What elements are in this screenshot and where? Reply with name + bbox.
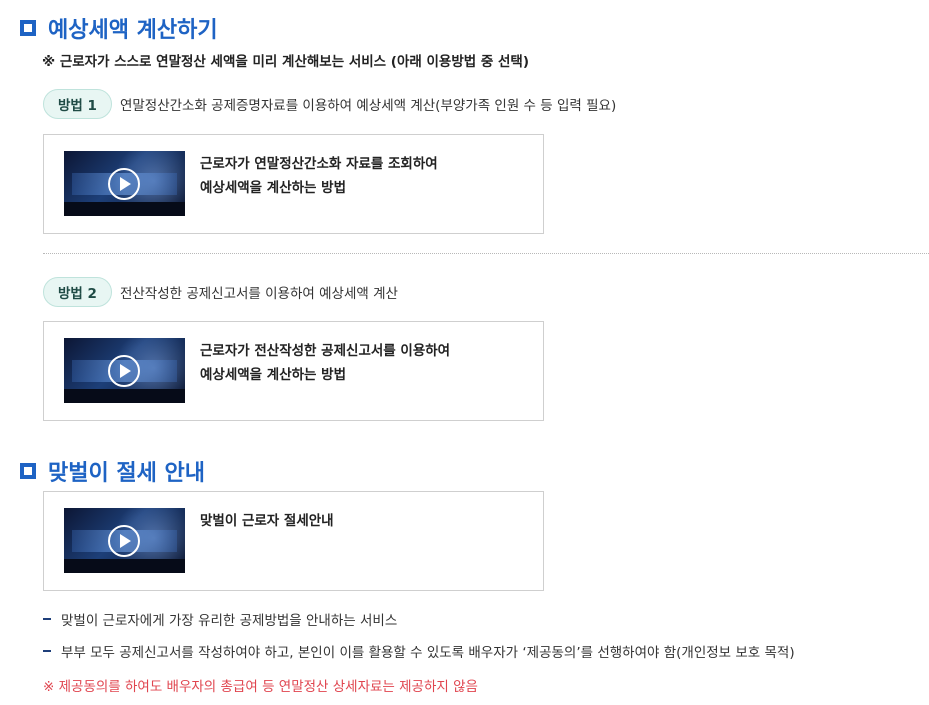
video-title-line-1: 근로자가 전산작성한 공제신고서를 이용하여 <box>200 343 451 359</box>
section-title-dual-income: 맞벌이 절세 안내 <box>20 455 205 487</box>
dash-bullet-icon <box>43 618 51 620</box>
square-bullet-icon <box>20 463 36 479</box>
video-card-method-2[interactable]: 근로자가 전산작성한 공제신고서를 이용하여 예상세액을 계산하는 방법 <box>43 321 544 421</box>
method-1-row: 방법 1 연말정산간소화 공제증명자료를 이용하여 예상세액 계산(부양가족 인… <box>43 89 616 119</box>
bullet-item: 맞벌이 근로자에게 가장 유리한 공제방법을 안내하는 서비스 <box>43 609 397 629</box>
method-2-badge: 방법 2 <box>43 277 112 307</box>
video-title-line-1: 맞벌이 근로자 절세안내 <box>200 513 334 529</box>
section-title-estimate: 예상세액 계산하기 <box>20 12 218 44</box>
section-title-text: 예상세액 계산하기 <box>48 18 218 43</box>
bullet-text: 맞벌이 근로자에게 가장 유리한 공제방법을 안내하는 서비스 <box>61 613 398 629</box>
method-2-description: 전산작성한 공제신고서를 이용하여 예상세액 계산 <box>119 286 398 302</box>
play-icon[interactable] <box>108 168 140 200</box>
video-card-method-1[interactable]: 근로자가 연말정산간소화 자료를 조회하여 예상세액을 계산하는 방법 <box>43 134 544 234</box>
video-thumbnail[interactable] <box>64 508 185 573</box>
method-1-description: 연말정산간소화 공제증명자료를 이용하여 예상세액 계산(부양가족 인원 수 등… <box>119 98 617 114</box>
video-thumbnail[interactable] <box>64 151 185 216</box>
section-title-text: 맞벌이 절세 안내 <box>48 461 205 486</box>
video-card-dual-income[interactable]: 맞벌이 근로자 절세안내 <box>43 491 544 591</box>
video-thumbnail[interactable] <box>64 338 185 403</box>
square-bullet-icon <box>20 20 36 36</box>
video-title-line-2: 예상세액을 계산하는 방법 <box>200 180 347 196</box>
video-title-line-1: 근로자가 연말정산간소화 자료를 조회하여 <box>200 156 438 172</box>
method-1-badge: 방법 1 <box>43 89 112 119</box>
dash-bullet-icon <box>43 650 51 652</box>
video-title-line-2: 예상세액을 계산하는 방법 <box>200 367 347 383</box>
method-2-row: 방법 2 전산작성한 공제신고서를 이용하여 예상세액 계산 <box>43 277 398 307</box>
service-note: ※ 근로자가 스스로 연말정산 세액을 미리 계산해보는 서비스 (아래 이용방… <box>42 54 530 70</box>
divider <box>43 253 929 254</box>
warning-note: ※ 제공동의를 하여도 배우자의 총급여 등 연말정산 상세자료는 제공하지 않… <box>43 679 478 695</box>
play-icon[interactable] <box>108 355 140 387</box>
bullet-item: 부부 모두 공제신고서를 작성하여야 하고, 본인이 이를 활용할 수 있도록 … <box>43 641 795 661</box>
bullet-text: 부부 모두 공제신고서를 작성하여야 하고, 본인이 이를 활용할 수 있도록 … <box>61 645 795 661</box>
play-icon[interactable] <box>108 525 140 557</box>
